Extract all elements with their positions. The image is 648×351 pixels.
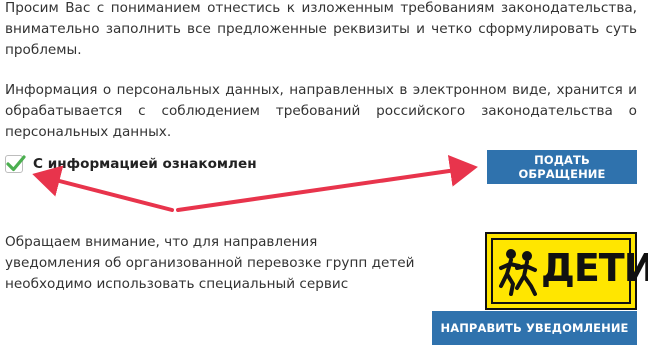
intro-paragraph-1: Просим Вас с пониманием отнестись к изло… [5,0,637,58]
running-children-icon [499,249,537,296]
intro-paragraph-2: Информация о персональных данных, направ… [5,82,637,140]
notice-text: Обращаем внимание, что для направления у… [5,234,415,292]
check-icon [6,155,26,172]
consent-label: С информацией ознакомлен [33,156,257,172]
kids-transport-sign[interactable]: ДЕТИ [485,232,648,310]
consent-checkbox[interactable] [5,155,26,173]
consent-row[interactable]: С информацией ознакомлен [5,152,257,176]
submit-appeal-button[interactable]: ПОДАТЬ ОБРАЩЕНИЕ [487,150,637,184]
arrow-to-checkbox [32,165,174,212]
send-notification-button[interactable]: НАПРАВИТЬ УВЕДОМЛЕНИЕ [432,311,637,345]
kids-sign-text: ДЕТИ [541,246,648,290]
